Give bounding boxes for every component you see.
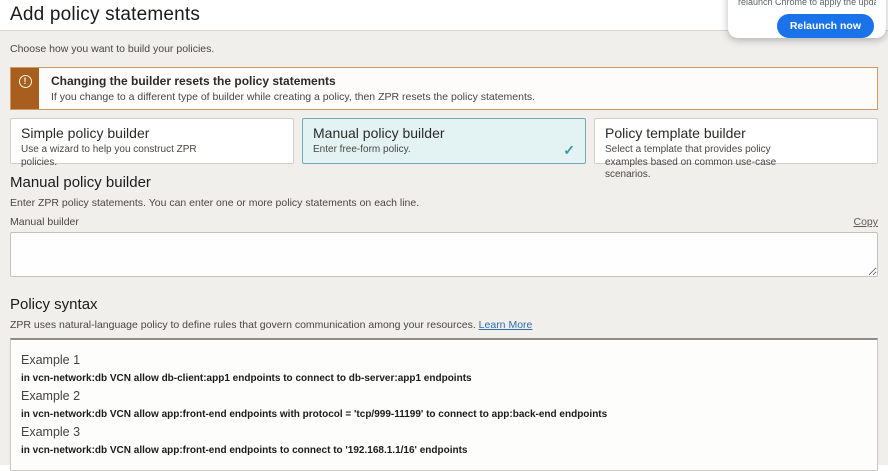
example-statement: in vcn-network:db VCN allow app:front-en… — [21, 445, 867, 456]
card-manual-policy-builder[interactable]: Manual policy builder Enter free-form po… — [302, 118, 586, 164]
example-label: Example 1 — [21, 353, 867, 367]
card-title: Manual policy builder — [313, 125, 575, 141]
card-description: Enter free-form policy. — [313, 144, 575, 157]
manual-builder-label-row: Manual builder Copy — [10, 216, 878, 228]
update-popup-message: relaunch Chrome to apply the update — [738, 0, 876, 8]
card-title: Simple policy builder — [21, 125, 283, 141]
card-description: Use a wizard to help you construct ZPR p… — [21, 144, 283, 169]
card-policy-template-builder[interactable]: Policy template builder Select a templat… — [594, 118, 878, 164]
example-label: Example 3 — [21, 425, 867, 439]
card-description: Select a template that provides policy e… — [605, 144, 867, 182]
warning-body: If you change to a different type of bui… — [51, 91, 535, 103]
example-statement: in vcn-network:db VCN allow app:front-en… — [21, 409, 867, 420]
warning-texts: Changing the builder resets the policy s… — [39, 68, 545, 109]
learn-more-link[interactable]: Learn More — [479, 319, 533, 331]
checkmark-icon: ✓ — [563, 142, 575, 159]
manual-builder-field-label: Manual builder — [10, 216, 79, 228]
main-content: Choose how you want to build your polici… — [0, 31, 888, 465]
example-label: Example 2 — [21, 389, 867, 403]
warning-banner: ! Changing the builder resets the policy… — [10, 67, 878, 110]
policy-syntax-description-text: ZPR uses natural-language policy to defi… — [10, 319, 476, 331]
policy-syntax-description: ZPR uses natural-language policy to defi… — [10, 319, 878, 331]
copy-link[interactable]: Copy — [853, 216, 878, 228]
policy-syntax-examples-box: Example 1 in vcn-network:db VCN allow db… — [10, 338, 878, 471]
manual-builder-description: Enter ZPR policy statements. You can ent… — [10, 197, 878, 209]
example-statement: in vcn-network:db VCN allow db-client:ap… — [21, 373, 867, 384]
manual-builder-textarea[interactable] — [10, 232, 878, 277]
page-subtitle: Choose how you want to build your polici… — [10, 43, 878, 55]
warning-accent-block: ! — [11, 68, 39, 109]
builder-options-row: Simple policy builder Use a wizard to he… — [10, 118, 878, 164]
card-simple-policy-builder[interactable]: Simple policy builder Use a wizard to he… — [10, 118, 294, 164]
warning-title: Changing the builder resets the policy s… — [51, 74, 535, 88]
policy-syntax-heading: Policy syntax — [10, 296, 878, 313]
page-title: Add policy statements — [10, 4, 200, 26]
exclamation-circle-icon: ! — [19, 75, 32, 88]
card-title: Policy template builder — [605, 125, 867, 141]
relaunch-now-button[interactable]: Relaunch now — [777, 14, 874, 38]
browser-update-popup: relaunch Chrome to apply the update Rela… — [728, 0, 886, 38]
